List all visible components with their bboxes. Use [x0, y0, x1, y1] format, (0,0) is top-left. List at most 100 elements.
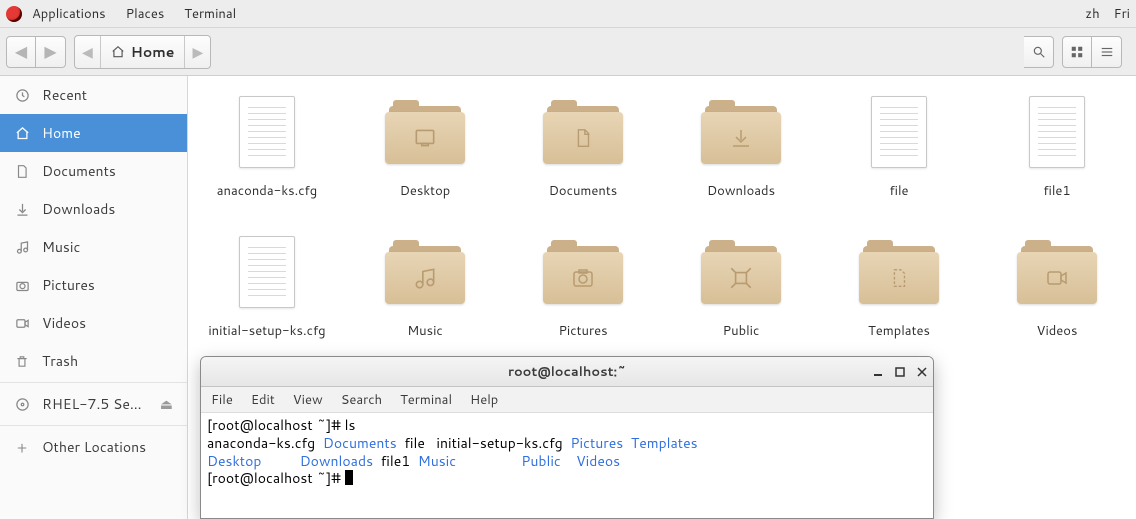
sidebar-item-downloads[interactable]: Downloads — [0, 190, 187, 228]
nav-back-button[interactable]: ◀ — [6, 36, 36, 68]
sidebar-item-music[interactable]: Music — [0, 228, 187, 266]
path-segment-home[interactable]: Home — [101, 36, 186, 68]
sidebar-item-trash[interactable]: Trash — [0, 342, 187, 380]
folder-icon — [541, 86, 625, 178]
file-label: Desktop — [400, 182, 451, 200]
window-close-button[interactable] — [917, 367, 927, 377]
file-item[interactable]: anaconda-ks.cfg — [188, 86, 346, 226]
file-item[interactable]: Desktop — [346, 86, 504, 226]
clock-day[interactable]: Fri — [1114, 5, 1130, 23]
sidebar-item-label: Trash — [42, 351, 78, 371]
file-label: Templates — [868, 322, 930, 340]
sidebar-item-other-locations[interactable]: + Other Locations — [0, 428, 187, 466]
folder-icon — [541, 226, 625, 318]
eject-icon[interactable]: ⏏ — [160, 394, 173, 414]
document-icon — [14, 163, 30, 179]
search-icon — [1032, 45, 1046, 59]
clock-icon — [14, 87, 30, 103]
sidebar-item-label: Videos — [42, 313, 86, 333]
chevron-left-icon: ◀ — [15, 40, 27, 63]
term-menu-file[interactable]: File — [211, 391, 233, 409]
sidebar-item-label: Downloads — [42, 199, 115, 219]
folder-icon — [699, 86, 783, 178]
download-icon — [14, 201, 30, 217]
folder-icon — [1015, 226, 1099, 318]
sidebar-separator — [0, 382, 187, 383]
path-prev-button[interactable]: ◀ — [75, 36, 101, 68]
file-item[interactable]: file — [820, 86, 978, 226]
path-bar: ◀ Home ▶ — [74, 35, 211, 69]
sidebar-separator — [0, 425, 187, 426]
file-label: anaconda-ks.cfg — [217, 182, 317, 200]
term-menu-terminal[interactable]: Terminal — [400, 391, 452, 409]
folder-icon — [699, 226, 783, 318]
term-menu-search[interactable]: Search — [341, 391, 382, 409]
file-item[interactable]: Templates — [820, 226, 978, 366]
sidebar-item-label: Documents — [42, 161, 116, 181]
redhat-logo-icon — [6, 6, 22, 22]
sidebar-item-label: RHEL-7.5 Se… — [42, 394, 142, 414]
file-item[interactable]: Videos — [978, 226, 1136, 366]
sidebar-item-label: Other Locations — [42, 437, 146, 457]
file-item[interactable]: Music — [346, 226, 504, 366]
file-item[interactable]: Downloads — [662, 86, 820, 226]
terminal-window: root@localhost:~ File Edit View Search T… — [200, 356, 934, 519]
view-mode-button[interactable] — [1062, 36, 1092, 68]
window-maximize-button[interactable] — [895, 367, 905, 377]
text-file-icon — [857, 86, 941, 178]
sidebar-item-pictures[interactable]: Pictures — [0, 266, 187, 304]
sidebar-item-videos[interactable]: Videos — [0, 304, 187, 342]
video-icon — [14, 315, 30, 331]
hamburger-icon — [1100, 45, 1114, 59]
sidebar-item-label: Home — [42, 123, 81, 143]
file-label: Documents — [549, 182, 618, 200]
window-title: root@localhost:~ — [508, 363, 626, 381]
file-item[interactable]: file1 — [978, 86, 1136, 226]
file-label: file1 — [1043, 182, 1070, 200]
file-item[interactable]: Pictures — [504, 226, 662, 366]
term-menu-edit[interactable]: Edit — [251, 391, 275, 409]
disc-icon — [14, 396, 30, 412]
input-method-indicator[interactable]: zh — [1085, 5, 1099, 23]
file-item[interactable]: initial-setup-ks.cfg — [188, 226, 346, 366]
camera-icon — [14, 277, 30, 293]
top-menubar: Applications Places Terminal zh Fri — [0, 0, 1136, 28]
file-label: Pictures — [558, 322, 607, 340]
term-menu-view[interactable]: View — [293, 391, 323, 409]
window-titlebar[interactable]: root@localhost:~ — [201, 357, 933, 387]
menu-terminal[interactable]: Terminal — [184, 5, 236, 23]
hamburger-menu-button[interactable] — [1092, 36, 1122, 68]
term-menu-help[interactable]: Help — [470, 391, 498, 409]
menu-places[interactable]: Places — [126, 5, 165, 23]
search-button[interactable] — [1024, 36, 1054, 68]
sidebar-item-label: Pictures — [42, 275, 95, 295]
sidebar-item-recent[interactable]: Recent — [0, 76, 187, 114]
file-item[interactable]: Public — [662, 226, 820, 366]
folder-icon — [383, 226, 467, 318]
music-icon — [14, 239, 30, 255]
window-minimize-button[interactable] — [873, 367, 883, 377]
nav-forward-button[interactable]: ▶ — [36, 36, 66, 68]
sidebar-item-disc[interactable]: RHEL-7.5 Se… ⏏ — [0, 385, 187, 423]
terminal-output[interactable]: [root@localhost ~]# ls anaconda-ks.cfg D… — [201, 413, 933, 518]
sidebar-item-home[interactable]: Home — [0, 114, 187, 152]
terminal-cursor — [345, 470, 353, 485]
home-icon — [14, 125, 30, 141]
path-segment-label: Home — [131, 42, 175, 62]
folder-icon — [857, 226, 941, 318]
sidebar-item-documents[interactable]: Documents — [0, 152, 187, 190]
files-toolbar: ◀ ▶ ◀ Home ▶ — [0, 28, 1136, 76]
file-label: Music — [407, 322, 443, 340]
file-label: initial-setup-ks.cfg — [208, 322, 325, 340]
path-next-button[interactable]: ▶ — [185, 36, 210, 68]
terminal-menubar: File Edit View Search Terminal Help — [201, 387, 933, 413]
file-label: Videos — [1037, 322, 1078, 340]
text-file-icon — [1015, 86, 1099, 178]
text-file-icon — [225, 226, 309, 318]
grid-view-icon — [1070, 45, 1084, 59]
plus-icon: + — [14, 439, 30, 455]
file-label: file — [889, 182, 908, 200]
sidebar-item-label: Music — [42, 237, 80, 257]
menu-applications[interactable]: Applications — [32, 5, 106, 23]
file-item[interactable]: Documents — [504, 86, 662, 226]
